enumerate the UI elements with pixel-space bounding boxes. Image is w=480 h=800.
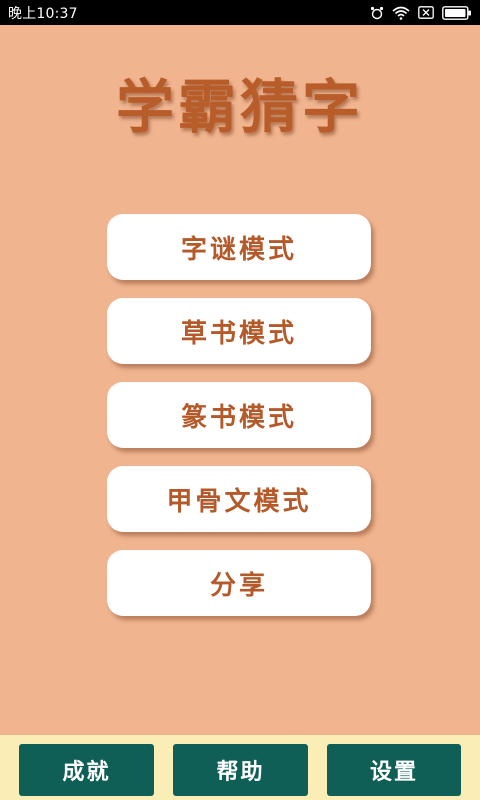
status-bar: 晚上10:37 [0, 0, 480, 25]
alarm-icon [370, 6, 384, 20]
app-title: 学霸猜字 [115, 73, 364, 141]
battery-icon [442, 5, 472, 20]
seal-script-mode-button[interactable]: 篆书模式 [107, 382, 371, 448]
sim-icon [418, 6, 434, 19]
status-icons [370, 5, 472, 20]
oracle-bone-mode-button[interactable]: 甲骨文模式 [107, 466, 371, 532]
achievements-button[interactable]: 成就 [19, 744, 154, 796]
wifi-icon [392, 6, 410, 20]
share-button[interactable]: 分享 [107, 550, 371, 616]
riddle-mode-button[interactable]: 字谜模式 [107, 214, 371, 280]
help-button[interactable]: 帮助 [173, 744, 308, 796]
cursive-mode-button[interactable]: 草书模式 [107, 298, 371, 364]
status-time: 晚上10:37 [8, 5, 78, 22]
bottom-bar: 成就 帮助 设置 [0, 735, 480, 800]
mode-menu: 字谜模式 草书模式 篆书模式 甲骨文模式 分享 [107, 214, 371, 634]
settings-button[interactable]: 设置 [327, 744, 461, 796]
